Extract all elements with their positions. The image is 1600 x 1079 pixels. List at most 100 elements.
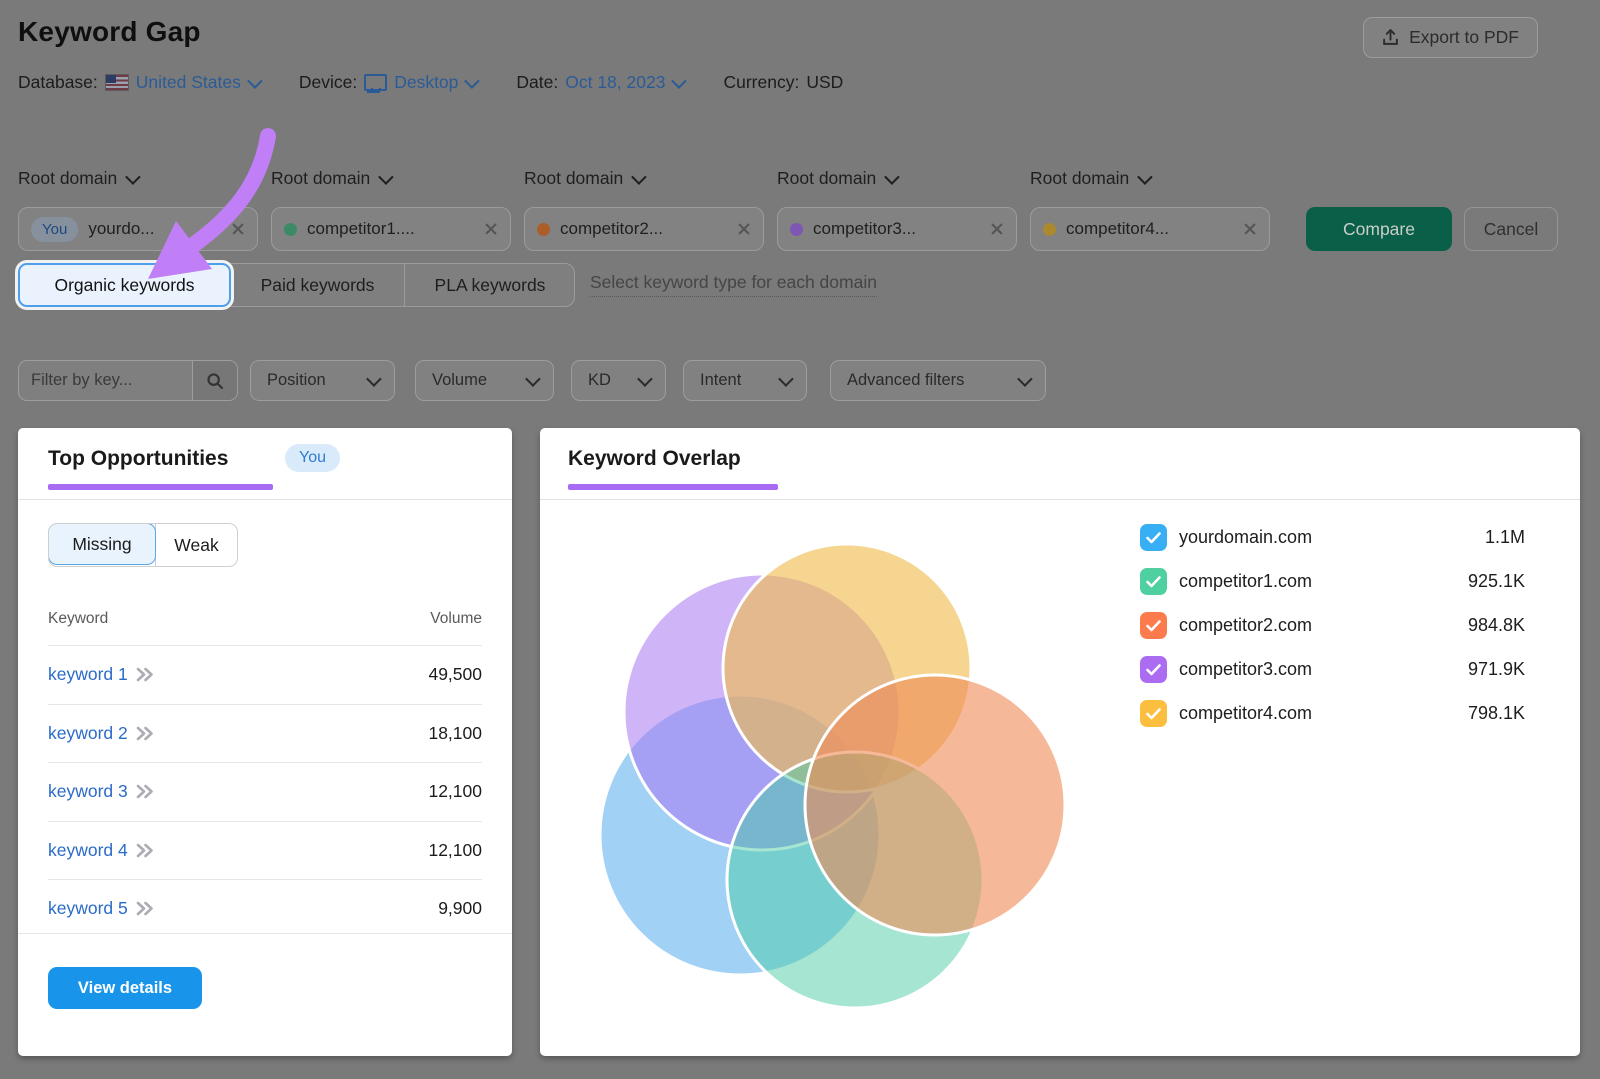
checkbox-yourdomain[interactable] [1140, 524, 1167, 551]
remove-domain-icon[interactable] [990, 222, 1004, 236]
legend-row-competitor1: competitor1.com 925.1K [1140, 567, 1525, 596]
divider [18, 933, 512, 934]
remove-domain-icon[interactable] [1243, 222, 1257, 236]
keyword-volume: 49,500 [428, 664, 482, 685]
chevron-down-icon [465, 73, 481, 89]
keyword-overlap-title: Keyword Overlap [568, 447, 741, 471]
device-label: Device: [299, 72, 357, 93]
device-selector[interactable]: Device: Desktop [299, 72, 477, 93]
device-value[interactable]: Desktop [394, 72, 476, 93]
domain-chip-yourdomain[interactable]: You yourdo... [18, 207, 258, 251]
volume-filter[interactable]: Volume [415, 360, 554, 401]
domain-chip-text: competitor2... [560, 219, 663, 239]
domain-chip-text: competitor1.... [307, 219, 415, 239]
chevron-down-icon [378, 169, 394, 185]
database-selector[interactable]: Database: United States [18, 72, 259, 93]
legend-domain: competitor1.com [1179, 571, 1312, 592]
search-icon [206, 372, 224, 390]
keyword-link[interactable]: keyword 1 [48, 664, 155, 685]
keyword-link[interactable]: keyword 5 [48, 898, 155, 919]
remove-domain-icon[interactable] [231, 222, 245, 236]
currency-display: Currency: USD [723, 72, 843, 93]
divider [18, 499, 512, 500]
keyword-table: keyword 1 49,500 keyword 2 18,100 keywor… [48, 645, 482, 938]
tab-organic-keywords[interactable]: Organic keywords [18, 263, 231, 307]
export-upload-icon [1382, 29, 1399, 46]
domain-chip-competitor3[interactable]: competitor3... [777, 207, 1017, 251]
date-selector[interactable]: Date: Oct 18, 2023 [516, 72, 683, 93]
database-value[interactable]: United States [136, 72, 259, 93]
kd-filter[interactable]: KD [571, 360, 666, 401]
database-label: Database: [18, 72, 98, 93]
intent-filter[interactable]: Intent [683, 360, 807, 401]
domain-chip-competitor4[interactable]: competitor4... [1030, 207, 1270, 251]
root-domain-dropdown-4[interactable]: Root domain [777, 168, 896, 189]
keyword-link[interactable]: keyword 4 [48, 840, 155, 861]
double-chevron-right-icon [136, 901, 155, 916]
chevron-down-icon [884, 169, 900, 185]
compare-button[interactable]: Compare [1306, 207, 1452, 251]
search-button[interactable] [192, 361, 237, 400]
page-title: Keyword Gap [18, 16, 201, 48]
legend-row-competitor3: competitor3.com 971.9K [1140, 655, 1525, 684]
checkbox-competitor1[interactable] [1140, 568, 1167, 595]
keyword-volume: 9,900 [438, 898, 482, 919]
tab-paid-keywords[interactable]: Paid keywords [231, 264, 405, 306]
double-chevron-right-icon [136, 843, 155, 858]
column-volume: Volume [430, 610, 482, 628]
export-label: Export to PDF [1409, 27, 1519, 48]
domain-chip-text: yourdo... [88, 219, 154, 239]
domain-chip-text: competitor3... [813, 219, 916, 239]
root-domain-dropdown-3[interactable]: Root domain [524, 168, 643, 189]
chevron-down-icon [631, 169, 647, 185]
remove-domain-icon[interactable] [484, 222, 498, 236]
select-keyword-type-link[interactable]: Select keyword type for each domain [590, 272, 877, 297]
checkmark-icon [1146, 576, 1161, 588]
table-row: keyword 4 12,100 [48, 821, 482, 880]
table-header: Keyword Volume [48, 610, 482, 628]
legend-value: 971.9K [1468, 659, 1525, 680]
position-filter[interactable]: Position [250, 360, 395, 401]
tab-pla-keywords[interactable]: PLA keywords [405, 264, 575, 306]
checkmark-icon [1146, 708, 1161, 720]
legend-domain: yourdomain.com [1179, 527, 1312, 548]
double-chevron-right-icon [136, 784, 155, 799]
currency-label: Currency: [723, 72, 799, 93]
checkmark-icon [1146, 664, 1161, 676]
table-row: keyword 1 49,500 [48, 645, 482, 704]
keyword-filter-search [18, 360, 238, 401]
domain-chip-text: competitor4... [1066, 219, 1169, 239]
checkbox-competitor4[interactable] [1140, 700, 1167, 727]
legend-value: 798.1K [1468, 703, 1525, 724]
tab-weak[interactable]: Weak [155, 524, 237, 566]
keyword-link[interactable]: keyword 2 [48, 723, 155, 744]
desktop-monitor-icon [364, 74, 387, 91]
domain-chip-competitor1[interactable]: competitor1.... [271, 207, 511, 251]
export-to-pdf-button[interactable]: Export to PDF [1363, 17, 1538, 58]
competitor2-color-dot [537, 223, 550, 236]
checkbox-competitor3[interactable] [1140, 656, 1167, 683]
keyword-gap-page: Keyword Gap Export to PDF Database: Unit… [0, 0, 1600, 1079]
view-details-button[interactable]: View details [48, 967, 202, 1009]
root-domain-dropdown-2[interactable]: Root domain [271, 168, 390, 189]
remove-domain-icon[interactable] [737, 222, 751, 236]
advanced-filters[interactable]: Advanced filters [830, 360, 1046, 401]
keyword-link[interactable]: keyword 3 [48, 781, 155, 802]
keyword-volume: 18,100 [428, 723, 482, 744]
tab-missing[interactable]: Missing [48, 523, 156, 565]
checkmark-icon [1146, 620, 1161, 632]
domain-chip-competitor2[interactable]: competitor2... [524, 207, 764, 251]
legend-value: 984.8K [1468, 615, 1525, 636]
keyword-type-tabs: Organic keywords Paid keywords PLA keywo… [18, 263, 575, 307]
cancel-button[interactable]: Cancel [1464, 207, 1558, 251]
root-domain-dropdown-1[interactable]: Root domain [18, 168, 137, 189]
search-input[interactable] [19, 361, 192, 400]
competitor3-color-dot [790, 223, 803, 236]
table-row: keyword 3 12,100 [48, 762, 482, 821]
competitor1-color-dot [284, 223, 297, 236]
checkbox-competitor2[interactable] [1140, 612, 1167, 639]
date-value[interactable]: Oct 18, 2023 [565, 72, 683, 93]
table-row: keyword 2 18,100 [48, 704, 482, 763]
root-domain-dropdown-5[interactable]: Root domain [1030, 168, 1149, 189]
missing-weak-toggle: Missing Weak [48, 523, 238, 567]
